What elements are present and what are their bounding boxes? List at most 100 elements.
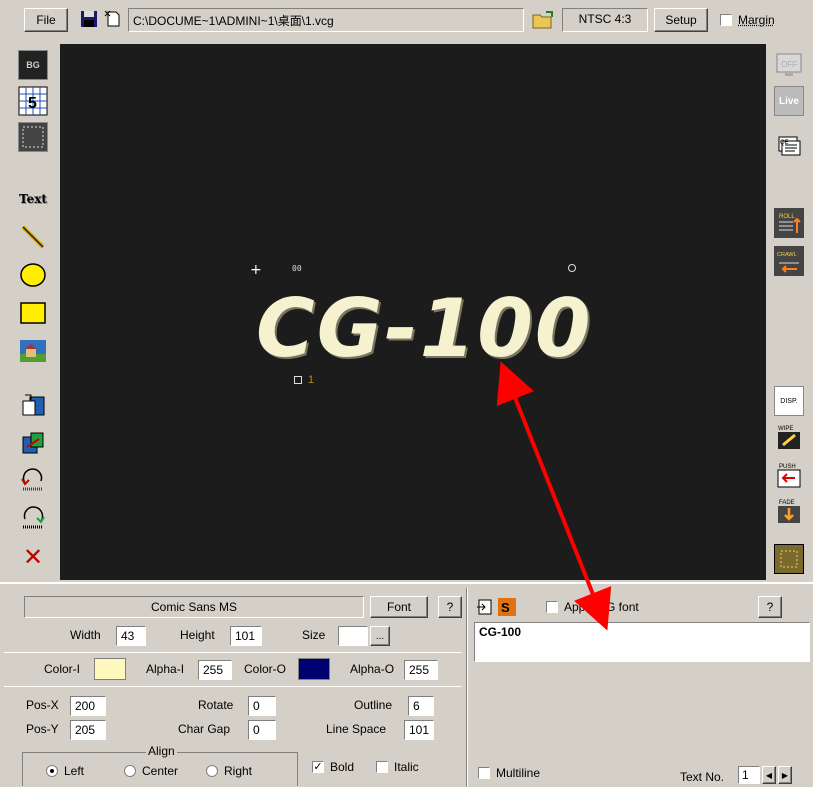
right-toolbar: OFF Live QE ROLL CRAWL DISP. WIPE PUSH F… [768, 46, 812, 578]
margin-label: Margin [738, 13, 775, 27]
radio-button[interactable] [46, 765, 58, 777]
bold-checkbox-box[interactable]: ✓ [312, 761, 324, 773]
font-name-display: Comic Sans MS [24, 596, 364, 618]
delete-icon[interactable]: ✕ [18, 542, 48, 572]
rotate-field[interactable]: 0 [248, 696, 276, 716]
pos-x-label: Pos-X [26, 698, 59, 712]
preview-canvas[interactable]: + 00 CG-100 1 [60, 44, 766, 580]
svg-text:OFF: OFF [781, 60, 797, 69]
font-help-button[interactable]: ? [438, 596, 462, 618]
bg-icon[interactable]: BG [18, 50, 48, 80]
ellipse-tool-icon[interactable] [18, 260, 48, 290]
text-no-prev-icon[interactable]: ◀ [762, 766, 776, 784]
text-tool-icon[interactable]: Text [18, 184, 48, 214]
safe-area-icon[interactable] [18, 122, 48, 152]
file-menu-button[interactable]: File [24, 8, 68, 32]
frame-button-icon[interactable] [774, 544, 804, 574]
outline-field[interactable]: 6 [408, 696, 434, 716]
size-picker-button[interactable]: ... [370, 626, 390, 646]
color-i-swatch[interactable] [94, 658, 126, 680]
resize-handle-icon[interactable] [294, 376, 302, 384]
crosshair-handle-icon[interactable]: + [250, 262, 262, 278]
text-no-label: Text No. [680, 770, 724, 784]
svg-text:QE: QE [780, 140, 789, 146]
grid-icon[interactable]: 5 [18, 86, 48, 116]
properties-panel: Comic Sans MS Font ? Width 43 Height 101… [0, 582, 813, 787]
divider [4, 686, 462, 687]
rotate-handle-icon[interactable] [568, 264, 576, 272]
pos-x-field[interactable]: 200 [70, 696, 106, 716]
alpha-i-field[interactable]: 255 [198, 660, 232, 680]
top-toolbar: File C:\DOCUME~1\ADMINI~1\桌面\1.vcg NTSC … [0, 0, 813, 40]
pos-y-field[interactable]: 205 [70, 720, 106, 740]
svg-text:CRAWL: CRAWL [777, 252, 797, 258]
line-space-field[interactable]: 101 [404, 720, 434, 740]
pos-y-label: Pos-Y [26, 722, 59, 736]
off-button-icon[interactable]: OFF [774, 50, 804, 80]
svg-text:FADE: FADE [779, 500, 795, 506]
qe-button-icon[interactable]: QE [774, 132, 804, 162]
rotate-label: Rotate [198, 698, 233, 712]
text-no-field[interactable]: 1 [738, 766, 760, 784]
radio-button[interactable] [206, 765, 218, 777]
italic-checkbox-box[interactable] [376, 761, 388, 773]
cg-font-icon[interactable]: S [498, 598, 516, 616]
size-field[interactable] [338, 626, 368, 646]
file-path-field[interactable]: C:\DOCUME~1\ADMINI~1\桌面\1.vcg [128, 8, 524, 32]
rectangle-tool-icon[interactable] [18, 298, 48, 328]
color-i-label: Color-I [44, 662, 80, 676]
width-field[interactable]: 43 [116, 626, 146, 646]
apply-cg-font-checkbox-box[interactable] [546, 601, 558, 613]
line-tool-icon[interactable] [18, 222, 48, 252]
svg-text:WIPE: WIPE [778, 426, 793, 432]
divider [4, 652, 462, 653]
char-gap-label: Char Gap [178, 722, 230, 736]
width-label: Width [70, 628, 101, 642]
size-label: Size [302, 628, 325, 642]
align-left-radio[interactable]: Left [46, 764, 84, 778]
import-text-icon[interactable] [476, 598, 494, 616]
italic-checkbox[interactable]: Italic [376, 760, 419, 774]
color-o-swatch[interactable] [298, 658, 330, 680]
setup-button[interactable]: Setup [654, 8, 708, 32]
disp-button-icon[interactable]: DISP. [774, 386, 804, 416]
fade-button-icon[interactable]: FADE [774, 496, 804, 526]
margin-checkbox-box[interactable] [720, 14, 732, 26]
save-icon[interactable] [80, 10, 98, 28]
text-no-next-icon[interactable]: ▶ [778, 766, 792, 784]
crawl-button-icon[interactable]: CRAWL [774, 246, 804, 276]
alpha-o-field[interactable]: 255 [404, 660, 438, 680]
redo-icon[interactable] [18, 504, 48, 534]
push-button-icon[interactable]: PUSH [774, 460, 804, 490]
apply-cg-font-checkbox[interactable]: Apply CG font [546, 600, 639, 614]
color-o-label: Color-O [244, 662, 286, 676]
align-center-radio[interactable]: Center [124, 764, 178, 778]
left-toolbar: BG 5 Text ✕ [8, 46, 58, 578]
new-file-icon[interactable] [104, 10, 122, 28]
char-gap-field[interactable]: 0 [248, 720, 276, 740]
svg-text:S: S [501, 600, 510, 615]
align-right-radio[interactable]: Right [206, 764, 252, 778]
multiline-checkbox[interactable]: Multiline [478, 766, 540, 780]
wipe-button-icon[interactable]: WIPE [774, 422, 804, 452]
line-space-label: Line Space [326, 722, 386, 736]
image-tool-icon[interactable] [18, 336, 48, 366]
cg-text-object[interactable]: CG-100 [256, 282, 593, 375]
text-content-editor[interactable]: CG-100 [474, 622, 810, 662]
multiline-checkbox-box[interactable] [478, 767, 490, 779]
height-field[interactable]: 101 [230, 626, 262, 646]
font-button[interactable]: Font [370, 596, 428, 618]
bring-front-icon[interactable] [18, 390, 48, 420]
send-back-icon[interactable] [18, 428, 48, 458]
roll-button-icon[interactable]: ROLL [774, 208, 804, 238]
live-button-icon[interactable]: Live [774, 86, 804, 116]
bold-checkbox[interactable]: ✓ Bold [312, 760, 354, 774]
alpha-o-label: Alpha-O [350, 662, 394, 676]
margin-checkbox[interactable]: Margin [720, 9, 775, 31]
undo-icon[interactable] [18, 466, 48, 496]
open-folder-icon[interactable] [532, 10, 554, 30]
panel-divider [466, 588, 468, 787]
height-label: Height [180, 628, 215, 642]
radio-button[interactable] [124, 765, 136, 777]
text-help-button[interactable]: ? [758, 596, 782, 618]
